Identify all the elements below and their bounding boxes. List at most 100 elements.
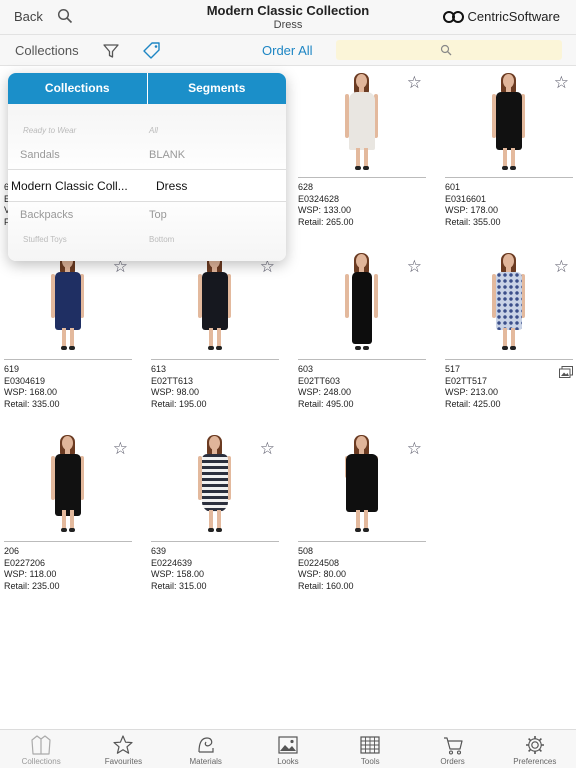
tab-tools[interactable]: Tools <box>329 730 411 768</box>
product-wsp: WSP: 158.00 <box>151 569 205 579</box>
product-code: E0316601 <box>445 193 487 204</box>
product-code: E02TT613 <box>151 375 194 386</box>
favourite-star-icon[interactable]: ☆ <box>554 258 569 275</box>
collections-button[interactable]: Collections <box>15 43 79 58</box>
favourite-star-icon[interactable]: ☆ <box>407 440 422 457</box>
tab-collections[interactable]: Collections <box>0 730 82 768</box>
picker-collection: Modern Classic Coll... <box>11 179 128 193</box>
product-retail: Retail: 425.00 <box>445 398 501 409</box>
product-wsp: WSP: 168.00 <box>4 387 58 397</box>
product-info: 603 E02TT603 WSP: 248.00 Retail: 495.00 <box>298 364 354 410</box>
product-tile[interactable]: ☆ 517 E02TT517 WSP: 213.00 Retail: 425.0… <box>441 248 573 430</box>
picker-row[interactable]: Ready to Wear All <box>8 126 286 148</box>
product-wsp: WSP: 213.00 <box>445 387 499 397</box>
tab-materials[interactable]: Materials <box>165 730 247 768</box>
product-wsp: WSP: 80.00 <box>298 569 347 579</box>
product-info: 619 E0304619 WSP: 168.00 Retail: 335.00 <box>4 364 60 410</box>
favourite-star-icon[interactable]: ☆ <box>407 74 422 91</box>
bottom-tab-bar: Collections Favourites Materials Looks T… <box>0 729 576 768</box>
product-tile[interactable]: ☆ 603 E02TT603 WSP: 248.00 Retail: 495.0… <box>294 248 426 430</box>
tab-label: Tools <box>360 757 380 766</box>
product-retail: Retail: 355.00 <box>445 216 501 227</box>
product-info: 206 E0227206 WSP: 118.00 Retail: 235.00 <box>4 546 60 592</box>
picker-wheel[interactable]: Ready to Wear All Sandals BLANK Modern C… <box>8 104 286 261</box>
product-number: 206 <box>4 546 20 556</box>
order-all-button[interactable]: Order All <box>262 43 313 58</box>
product-tile[interactable]: ☆ 206 E0227206 WSP: 118.00 Retail: 235.0… <box>0 430 132 612</box>
tab-label: Favourites <box>104 757 143 766</box>
multiple-images-icon[interactable] <box>559 366 573 378</box>
product-number: 613 <box>151 364 167 374</box>
product-tile[interactable]: ☆ 619 E0304619 WSP: 168.00 Retail: 335.0… <box>0 248 132 430</box>
title-block: Modern Classic Collection Dress <box>150 3 426 31</box>
tag-icon[interactable] <box>142 41 162 61</box>
product-tile[interactable]: ☆ 639 E0224639 WSP: 158.00 Retail: 315.0… <box>147 430 279 612</box>
picker-row[interactable]: Sandals BLANK <box>8 149 286 171</box>
secondary-toolbar: Collections Order All <box>0 35 576 66</box>
model-image <box>484 73 534 170</box>
product-wsp: WSP: 248.00 <box>298 387 352 397</box>
tab-favourites[interactable]: Favourites <box>82 730 164 768</box>
tab-label: Materials <box>189 757 222 766</box>
picker-segment: Bottom <box>149 235 175 244</box>
product-info: 628 E0324628 WSP: 133.00 Retail: 265.00 <box>298 182 354 228</box>
favourite-star-icon[interactable]: ☆ <box>554 74 569 91</box>
picker-row[interactable]: Backpacks Top <box>8 209 286 231</box>
tab-segments[interactable]: Segments <box>146 73 286 104</box>
model-image <box>190 253 240 350</box>
product-tile[interactable]: ☆ 508 E0224508 WSP: 80.00 Retail: 160.00 <box>294 430 426 612</box>
cart-icon <box>443 737 463 755</box>
product-code: E0227206 <box>4 557 46 568</box>
search-icon[interactable] <box>57 8 73 24</box>
product-code: E0224508 <box>298 557 340 568</box>
product-info: 508 E0224508 WSP: 80.00 Retail: 160.00 <box>298 546 354 592</box>
search-field-icon <box>440 44 452 56</box>
model-image <box>43 253 93 350</box>
tab-label: Collections <box>21 757 61 766</box>
product-wsp: WSP: 178.00 <box>445 205 499 215</box>
favourite-star-icon[interactable]: ☆ <box>407 258 422 275</box>
model-image <box>337 253 387 350</box>
favourite-star-icon[interactable]: ☆ <box>260 440 275 457</box>
picker-row-selected[interactable]: Modern Classic Coll... Dress <box>8 179 286 210</box>
model-image <box>337 435 387 532</box>
product-number: 619 <box>4 364 20 374</box>
tab-looks[interactable]: Looks <box>247 730 329 768</box>
picker-row[interactable]: Stuffed Toys Bottom <box>8 235 286 257</box>
product-number: 628 <box>298 182 314 192</box>
product-retail: Retail: 335.00 <box>4 398 60 409</box>
product-number: 603 <box>298 364 314 374</box>
product-code: E0324628 <box>298 193 340 204</box>
tab-preferences[interactable]: Preferences <box>494 730 576 768</box>
star-icon <box>113 735 134 754</box>
picker-segment: Dress <box>156 179 188 193</box>
product-tile[interactable]: ☆ 628 E0324628 WSP: 133.00 Retail: 265.0… <box>294 66 426 248</box>
product-retail: Retail: 265.00 <box>298 216 354 227</box>
product-tile[interactable]: ☆ 613 E02TT613 WSP: 98.00 Retail: 195.00 <box>147 248 279 430</box>
product-tile[interactable]: ☆ 601 E0316601 WSP: 178.00 Retail: 355.0… <box>441 66 573 248</box>
filter-icon[interactable] <box>102 42 120 60</box>
model-image <box>43 435 93 532</box>
centric-logo-icon <box>442 10 465 23</box>
jacket-icon <box>31 735 51 755</box>
collection-segment-picker: Collections Segments Ready to Wear All S… <box>8 73 286 261</box>
picker-tabs: Collections Segments <box>8 73 286 104</box>
product-code: E02TT603 <box>298 375 341 386</box>
tab-collections[interactable]: Collections <box>8 73 147 104</box>
page-title: Modern Classic Collection <box>206 3 370 18</box>
product-retail: Retail: 160.00 <box>298 580 354 591</box>
image-icon <box>278 736 298 754</box>
product-info: 517 E02TT517 WSP: 213.00 Retail: 425.00 <box>445 364 501 410</box>
tab-orders[interactable]: Orders <box>411 730 493 768</box>
picker-collection: Stuffed Toys <box>23 235 67 244</box>
grid-icon <box>360 736 380 754</box>
favourite-star-icon[interactable]: ☆ <box>113 440 128 457</box>
product-wsp: WSP: 118.00 <box>4 569 57 579</box>
model-image <box>190 435 240 532</box>
search-field[interactable] <box>336 40 562 60</box>
gear-icon <box>525 736 544 754</box>
product-retail: Retail: 235.00 <box>4 580 60 591</box>
tab-label: Preferences <box>513 757 557 766</box>
tab-label: Looks <box>277 757 299 766</box>
back-button[interactable]: Back <box>14 9 43 24</box>
